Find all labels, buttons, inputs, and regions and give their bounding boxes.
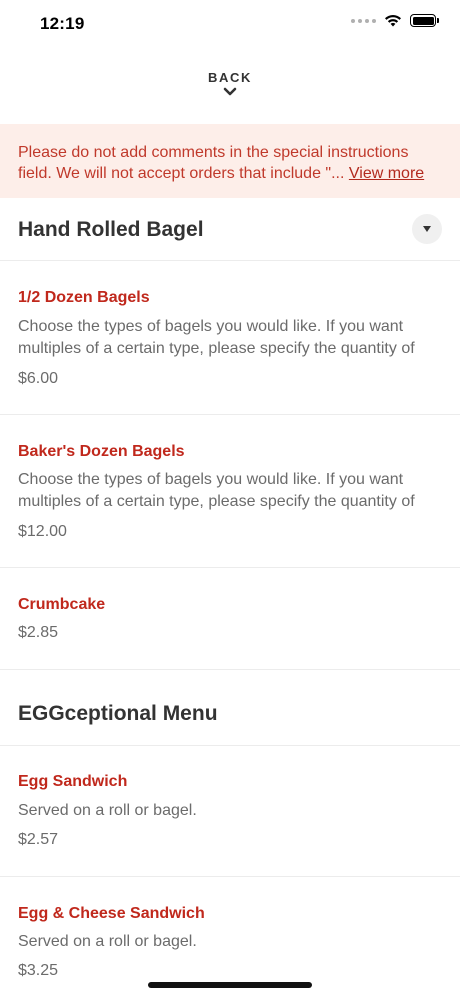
- item-name: Egg & Cheese Sandwich: [18, 905, 205, 922]
- item-description: Served on a roll or bagel.: [18, 802, 197, 819]
- view-more-link[interactable]: View more: [349, 165, 424, 182]
- item-description: Served on a roll or bagel.: [18, 933, 197, 950]
- status-bar: 12:19: [0, 0, 460, 52]
- back-label: BACK: [208, 70, 252, 85]
- home-indicator[interactable]: [148, 982, 312, 988]
- item-price: $2.57: [18, 831, 59, 848]
- section-title: EGGceptional Menu: [18, 702, 218, 725]
- section-title: Hand Rolled Bagel: [18, 218, 204, 241]
- item-price: $6.00: [18, 370, 59, 387]
- status-time: 12:19: [40, 14, 85, 33]
- menu-item-half-dozen-bagels[interactable]: 1/2 Dozen Bagels Choose the types of bag…: [0, 261, 460, 415]
- item-description: Choose the types of bagels you would lik…: [18, 318, 415, 357]
- item-name: 1/2 Dozen Bagels: [18, 289, 150, 306]
- wifi-icon: [385, 15, 401, 27]
- menu-item-bakers-dozen-bagels[interactable]: Baker's Dozen Bagels Choose the types of…: [0, 415, 460, 568]
- status-indicators: [351, 14, 439, 27]
- cellular-signal-icon: [351, 18, 376, 23]
- item-price: $2.85: [18, 624, 59, 641]
- notice-banner: Please do not add comments in the specia…: [0, 124, 460, 198]
- item-price: $3.25: [18, 962, 59, 979]
- back-button[interactable]: BACK: [0, 70, 460, 97]
- section-header-eggceptional-menu: EGGceptional Menu: [0, 670, 460, 746]
- battery-icon: [410, 14, 439, 27]
- chevron-down-icon: [223, 87, 237, 96]
- menu-item-egg-sandwich[interactable]: Egg Sandwich Served on a roll or bagel. …: [0, 746, 460, 877]
- caret-down-icon: [423, 226, 431, 232]
- category-dropdown-button[interactable]: [412, 214, 442, 244]
- item-name: Egg Sandwich: [18, 773, 128, 790]
- item-price: $12.00: [18, 523, 67, 540]
- menu-item-crumbcake[interactable]: Crumbcake $2.85: [0, 568, 460, 670]
- item-name: Baker's Dozen Bagels: [18, 443, 185, 460]
- menu-item-egg-cheese-sandwich[interactable]: Egg & Cheese Sandwich Served on a roll o…: [0, 877, 460, 996]
- item-description: Choose the types of bagels you would lik…: [18, 471, 415, 510]
- item-name: Crumbcake: [18, 596, 106, 613]
- section-header-hand-rolled-bagel: Hand Rolled Bagel: [0, 198, 460, 261]
